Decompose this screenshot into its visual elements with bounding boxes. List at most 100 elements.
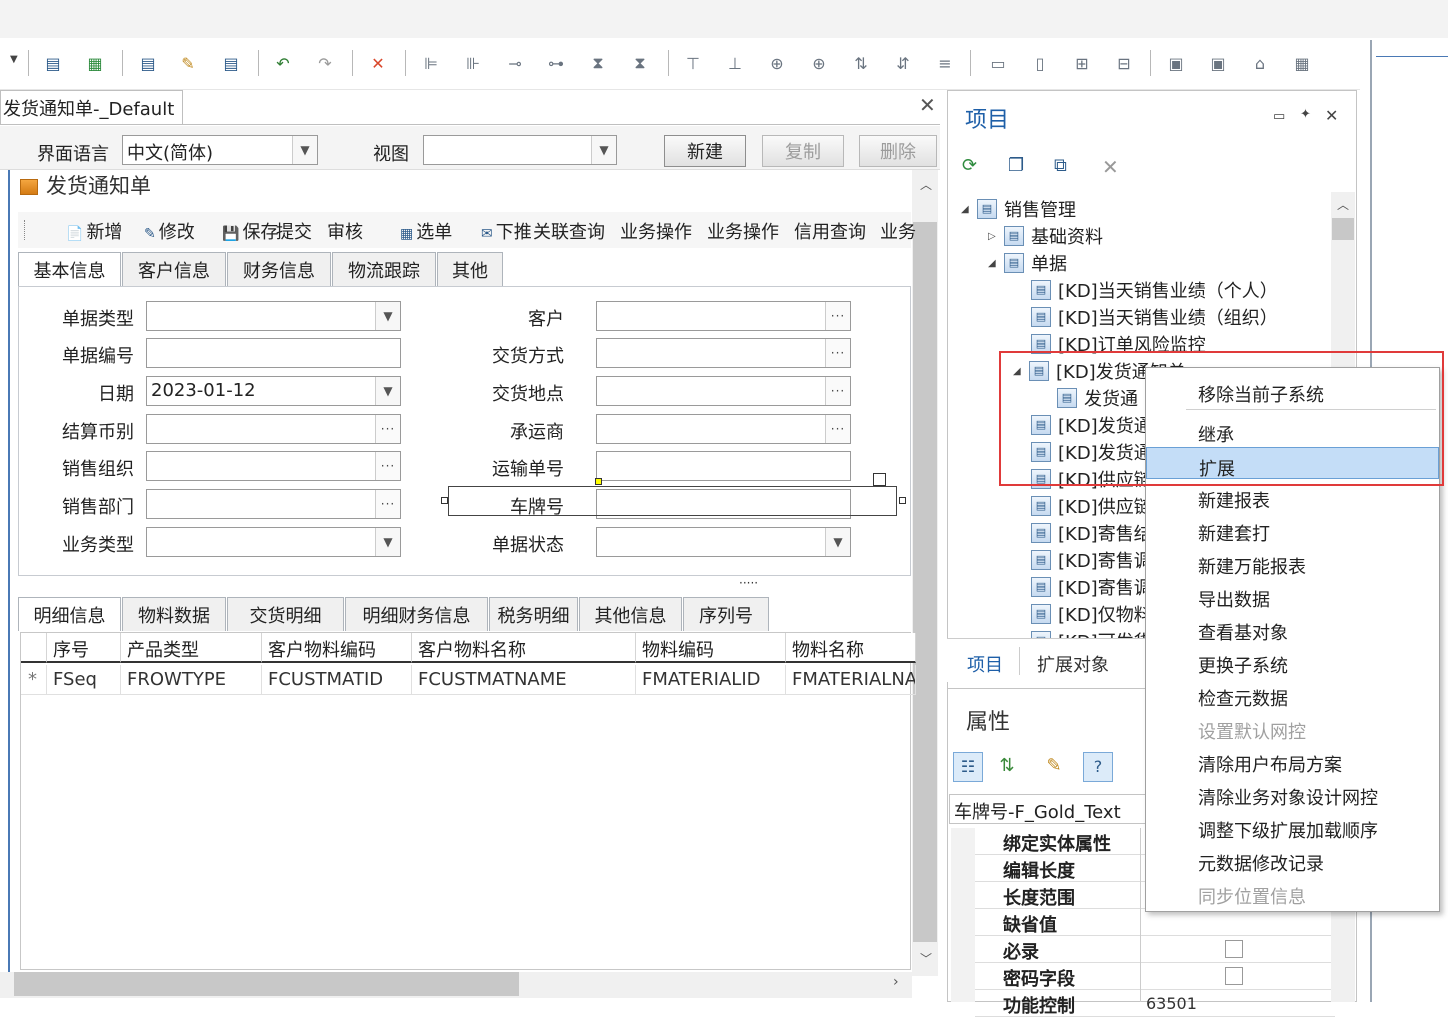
tab-project[interactable]: 项目 (967, 651, 1003, 677)
expand-toggle-icon[interactable]: ◢ (988, 258, 1004, 269)
chevron-down-icon[interactable]: ▼ (375, 302, 400, 330)
layout-icon[interactable]: ⊞ (1069, 50, 1095, 76)
tab-head_tabs[interactable]: 其他 (437, 252, 503, 286)
grid-cell[interactable]: FROWTYPE (121, 665, 262, 695)
ellipsis-icon[interactable]: ··· (375, 415, 400, 443)
form-toolbar-item[interactable]: 审核 (327, 218, 363, 244)
form-icon[interactable]: ▤ (40, 50, 66, 76)
context-menu-item[interactable]: 同步位置信息 (1146, 876, 1439, 908)
field-input[interactable]: 2023-01-12 ▼ (146, 376, 401, 406)
tab-head_tabs[interactable]: 客户信息 (122, 252, 226, 286)
center-h-icon[interactable]: ⊕ (806, 50, 832, 76)
context-menu-item[interactable]: 元数据修改记录 (1146, 843, 1439, 875)
context-menu-item[interactable]: 调整下级扩展加载顺序 (1146, 810, 1439, 842)
form-toolbar-item[interactable]: 📄 新增 (66, 218, 122, 244)
chevron-down-icon[interactable]: ▼ (375, 528, 400, 556)
tab-detail_tabs[interactable]: 税务明细 (489, 597, 578, 631)
context-menu-item[interactable]: 导出数据 (1146, 579, 1439, 611)
tools-icon[interactable]: ✎ (175, 50, 201, 76)
copy-button[interactable]: 复制 (762, 135, 844, 167)
tree-node[interactable]: ◢ ▤ 单据 (988, 250, 1067, 276)
field-input[interactable]: ··· (146, 414, 401, 444)
tree-node[interactable]: ▤ [KD]供应链 (1031, 493, 1152, 519)
grid-header[interactable]: 客户物料编码 (262, 633, 412, 663)
context-menu-item[interactable]: 新建套打 (1146, 513, 1439, 545)
resize-handle[interactable] (899, 497, 906, 504)
field-input[interactable]: ▼ (146, 527, 401, 557)
field-input[interactable]: ··· (146, 451, 401, 481)
context-menu-item[interactable]: 检查元数据 (1146, 678, 1439, 710)
grid-cell[interactable]: FSeq (47, 665, 121, 695)
form-toolbar-item[interactable]: 💾 保存 (222, 218, 278, 244)
grid-cell[interactable]: FMATERIALID (636, 665, 786, 695)
ellipsis-icon[interactable]: ··· (825, 339, 850, 367)
form-toolbar-item[interactable]: 提交 (276, 218, 312, 244)
new-button[interactable]: 新建 (664, 135, 746, 167)
undo-icon[interactable]: ↶ (270, 50, 296, 76)
form-toolbar-item[interactable]: 业务 (880, 218, 916, 244)
form-toolbar-item[interactable]: 业务操作 (620, 218, 692, 244)
tab-detail_tabs[interactable]: 物料数据 (122, 597, 226, 631)
property-checkbox[interactable] (1225, 940, 1243, 958)
property-page-icon[interactable]: ✎ (1040, 752, 1068, 782)
export-icon[interactable]: ▤ (218, 50, 244, 76)
grid-header[interactable]: 物料名称 (786, 633, 916, 663)
help-icon[interactable]: ? (1083, 752, 1113, 782)
resize-handle[interactable] (595, 478, 602, 485)
ellipsis-icon[interactable]: ··· (825, 415, 850, 443)
tab-extension-objects[interactable]: 扩展对象 (1037, 651, 1109, 677)
space-h-icon[interactable]: ⇵ (890, 50, 916, 76)
context-menu-item[interactable]: 查看基对象 (1146, 612, 1439, 644)
tree-scroll-thumb[interactable] (1332, 218, 1354, 240)
context-menu-item[interactable]: 设置默认网控 (1146, 711, 1439, 743)
lang-select[interactable]: 中文(简体) ▼ (122, 135, 318, 165)
tree-node[interactable]: ◢ ▤ 销售管理 (961, 196, 1076, 222)
field-input[interactable]: ··· (596, 376, 851, 406)
expand-toggle-icon[interactable]: ▷ (988, 231, 1004, 242)
tab-head_tabs[interactable]: 财务信息 (227, 252, 331, 286)
close-panel-icon[interactable]: ✕ (1325, 106, 1338, 125)
grid-cell[interactable]: FMATERIALNA (786, 665, 916, 695)
grid-cell[interactable]: FCUSTMATID (262, 665, 412, 695)
scroll-up-icon[interactable]: ︿ (920, 176, 932, 193)
ellipsis-icon[interactable]: ··· (825, 302, 850, 330)
context-menu-item[interactable]: 新建万能报表 (1146, 546, 1439, 578)
chevron-down-icon[interactable]: ▼ (10, 54, 18, 65)
form-toolbar-item[interactable]: 关联查询 (533, 218, 605, 244)
tab-detail_tabs[interactable]: 序列号 (683, 597, 769, 631)
form-toolbar-item[interactable]: ✉ 下推 (481, 218, 532, 244)
field-input[interactable]: ··· (596, 414, 851, 444)
bring-front-icon[interactable]: ▣ (1163, 50, 1189, 76)
field-input[interactable]: ··· (596, 301, 851, 331)
tab-detail_tabs[interactable]: 其他信息 (579, 597, 682, 631)
close-document-icon[interactable]: ✕ (919, 93, 936, 117)
align-right-icon[interactable]: ⊪ (460, 50, 486, 76)
field-input[interactable]: ··· (146, 489, 401, 519)
form-toolbar-item[interactable]: ▦ 选单 (400, 218, 452, 244)
splitter-handle[interactable]: ····· (739, 576, 758, 590)
field-input[interactable]: ▼ (146, 301, 401, 331)
horizontal-scrollbar[interactable]: › (0, 972, 912, 998)
grid-header[interactable]: 客户物料名称 (412, 633, 636, 663)
scroll-thumb[interactable] (913, 222, 937, 942)
grid-cell[interactable]: FCUSTMATNAME (412, 665, 636, 695)
field-input[interactable] (596, 451, 851, 481)
tree-node[interactable]: ▤ [KD]寄售结 (1031, 520, 1152, 546)
panel-icon[interactable]: ▭ (985, 50, 1011, 76)
align-left-icon[interactable]: ⊫ (418, 50, 444, 76)
context-menu-item[interactable]: 更换子系统 (1146, 645, 1439, 677)
tree-node[interactable]: ▤ [KD]当天销售业绩（个人） (1031, 277, 1278, 303)
form-toolbar-item[interactable]: 信用查询 (794, 218, 866, 244)
tree-node[interactable]: ▤ [KD]仅物料 (1031, 601, 1152, 627)
pin-icon[interactable]: ✦ (1300, 107, 1311, 122)
align-bottom-icon[interactable]: ⊥ (722, 50, 748, 76)
distribute-icon[interactable]: ⊶ (543, 50, 569, 76)
field-input[interactable]: ▼ (596, 527, 851, 557)
chevron-down-icon[interactable]: ▼ (825, 528, 850, 556)
window-icon[interactable]: ❐ (1008, 155, 1032, 179)
view-select[interactable]: ▼ (423, 135, 617, 165)
context-menu-item[interactable]: 清除用户布局方案 (1146, 744, 1439, 776)
report-icon[interactable]: ▤ (135, 50, 161, 76)
tab-head_tabs[interactable]: 基本信息 (18, 252, 121, 286)
categorized-icon[interactable]: ☷ (953, 752, 983, 782)
